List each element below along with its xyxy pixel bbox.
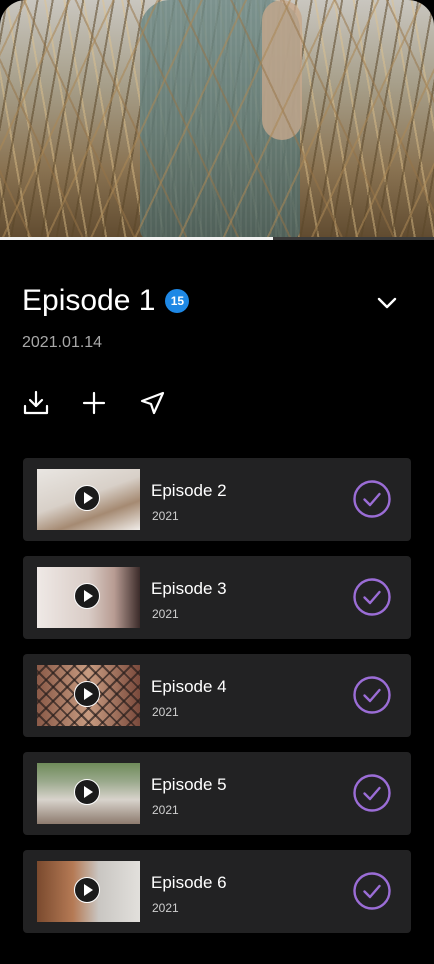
- video-progress-bar[interactable]: [0, 237, 434, 240]
- episode-item-title: Episode 5: [151, 775, 227, 794]
- check-circle-icon[interactable]: [351, 576, 393, 618]
- check-circle-icon[interactable]: [351, 674, 393, 716]
- episode-header: Episode 1 15: [22, 283, 190, 319]
- check-circle-icon[interactable]: [351, 772, 393, 814]
- list-item[interactable]: Episode 3 2021: [23, 556, 411, 639]
- video-progress-fill: [0, 237, 274, 240]
- episode-thumbnail[interactable]: [37, 665, 140, 726]
- plus-icon[interactable]: [80, 389, 108, 417]
- action-bar: [22, 389, 196, 417]
- download-icon[interactable]: [22, 389, 50, 417]
- episode-thumbnail[interactable]: [37, 567, 140, 628]
- age-rating-badge: 15: [165, 289, 190, 313]
- episode-item-year: 2021: [152, 509, 179, 523]
- check-circle-icon[interactable]: [351, 478, 393, 520]
- play-icon[interactable]: [74, 583, 100, 609]
- episode-item-year: 2021: [152, 901, 179, 915]
- episode-item-title: Episode 6: [151, 873, 227, 892]
- episode-title: Episode 1: [22, 284, 156, 317]
- play-icon[interactable]: [74, 877, 100, 903]
- episode-thumbnail[interactable]: [37, 763, 140, 824]
- episode-item-year: 2021: [152, 607, 179, 621]
- chevron-down-icon[interactable]: [374, 290, 400, 316]
- list-item[interactable]: Episode 5 2021: [23, 752, 411, 835]
- episode-item-title: Episode 2: [151, 481, 227, 500]
- send-icon[interactable]: [138, 389, 166, 417]
- video-player[interactable]: [0, 0, 434, 240]
- episode-date: 2021.01.14: [22, 334, 103, 351]
- episode-thumbnail[interactable]: [37, 861, 140, 922]
- list-item[interactable]: Episode 6 2021: [23, 850, 411, 933]
- play-icon[interactable]: [74, 779, 100, 805]
- episode-item-year: 2021: [152, 705, 179, 719]
- check-circle-icon[interactable]: [351, 870, 393, 912]
- episode-list: Episode 2 2021 Episode 3 2021 Episode 4 …: [23, 458, 411, 948]
- video-frame-wheat: [0, 0, 434, 240]
- episode-thumbnail[interactable]: [37, 469, 140, 530]
- play-icon[interactable]: [74, 485, 100, 511]
- list-item[interactable]: Episode 2 2021: [23, 458, 411, 541]
- episode-item-title: Episode 3: [151, 579, 227, 598]
- play-icon[interactable]: [74, 681, 100, 707]
- episode-item-year: 2021: [152, 803, 179, 817]
- list-item[interactable]: Episode 4 2021: [23, 654, 411, 737]
- episode-item-title: Episode 4: [151, 677, 227, 696]
